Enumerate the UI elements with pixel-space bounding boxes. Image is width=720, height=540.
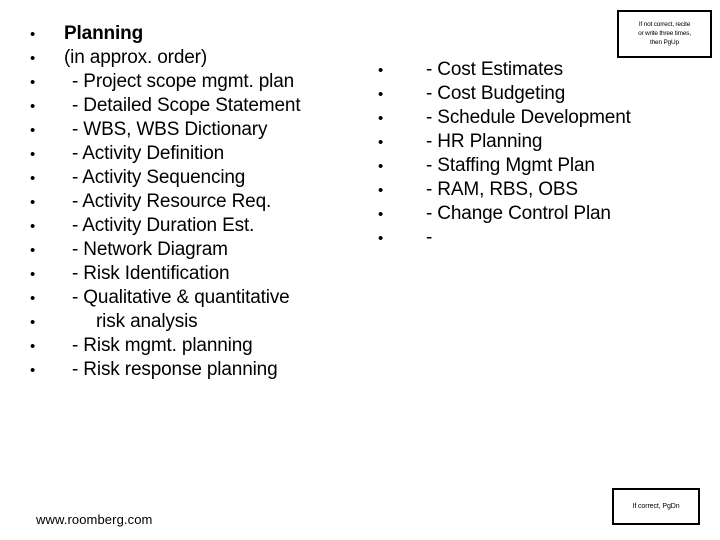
- planning-right-item: • - Schedule Development: [378, 106, 678, 130]
- bullet-icon: •: [30, 266, 36, 283]
- planning-left-item: • - Qualitative & quantitative: [30, 286, 370, 310]
- note-incorrect-line: then PgUp: [650, 39, 679, 46]
- planning-right-item: • - RAM, RBS, OBS: [378, 178, 678, 202]
- bullet-icon: •: [378, 230, 384, 247]
- planning-right-item-label: - HR Planning: [426, 131, 543, 152]
- planning-right-item: • - Change Control Plan: [378, 202, 678, 226]
- footer-url: www.roomberg.com: [36, 512, 153, 527]
- planning-right-item-label: - Cost Estimates: [426, 59, 563, 80]
- planning-right-item-label: - Staffing Mgmt Plan: [426, 155, 595, 176]
- planning-right-item-label: - Schedule Development: [426, 107, 631, 128]
- bullet-icon: •: [30, 146, 36, 163]
- planning-left-item: • - Risk response planning: [30, 358, 370, 382]
- planning-right-item: • - Cost Estimates: [378, 58, 678, 82]
- planning-right-item: • - Cost Budgeting: [378, 82, 678, 106]
- bullet-icon: •: [378, 62, 384, 79]
- bullet-icon: •: [30, 242, 36, 259]
- planning-right-item: • - Staffing Mgmt Plan: [378, 154, 678, 178]
- planning-left-item-label: - Activity Duration Est.: [72, 215, 255, 236]
- bullet-icon: •: [30, 26, 36, 43]
- planning-left-item: • - Risk Identification: [30, 262, 370, 286]
- planning-left-item: • - Activity Resource Req.: [30, 190, 370, 214]
- planning-left-item-label: - Project scope mgmt. plan: [72, 71, 295, 92]
- bullet-icon: •: [30, 98, 36, 115]
- planning-right-item-label: - Change Control Plan: [426, 203, 611, 224]
- bullet-icon: •: [30, 50, 36, 67]
- planning-right-item-label: -: [426, 227, 433, 248]
- bullet-icon: •: [30, 122, 36, 139]
- bullet-icon: •: [30, 290, 36, 307]
- planning-left-item-label: risk analysis: [96, 311, 198, 332]
- planning-left-item: • - Network Diagram: [30, 238, 370, 262]
- note-incorrect-line: or write three times,: [638, 30, 691, 37]
- planning-left-item-label: - Detailed Scope Statement: [72, 95, 301, 116]
- note-box-incorrect: If not correct, recite or write three tim…: [617, 10, 712, 58]
- planning-right-item: • -: [378, 226, 678, 250]
- planning-left-item: • - Activity Sequencing: [30, 166, 370, 190]
- note-correct-line: If correct, PgDn: [632, 502, 680, 510]
- bullet-icon: •: [378, 182, 384, 199]
- planning-left-item: • - Activity Definition: [30, 142, 370, 166]
- planning-left-item-label: - Risk response planning: [72, 359, 278, 380]
- planning-left-item-label: - Activity Definition: [72, 143, 225, 164]
- planning-right-item-label: - Cost Budgeting: [426, 83, 566, 104]
- bullet-icon: •: [30, 218, 36, 235]
- planning-left-item: • - Activity Duration Est.: [30, 214, 370, 238]
- planning-left-item-label: - Qualitative & quantitative: [72, 287, 290, 308]
- planning-left-item-label: - Risk mgmt. planning: [72, 335, 253, 356]
- planning-right-item-label: - RAM, RBS, OBS: [426, 179, 578, 200]
- note-incorrect-line: If not correct, recite: [638, 21, 691, 28]
- planning-left-item: • - Project scope mgmt. plan: [30, 70, 370, 94]
- planning-left-item-label: - Activity Resource Req.: [72, 191, 272, 212]
- planning-left-item: • Planning: [30, 22, 370, 46]
- planning-left-item: • - Risk mgmt. planning: [30, 334, 370, 358]
- planning-list-left: • Planning • (in approx. order) • - Project s…: [30, 22, 370, 382]
- bullet-icon: •: [378, 206, 384, 223]
- bullet-icon: •: [378, 110, 384, 127]
- planning-left-item-label: - Network Diagram: [72, 239, 228, 260]
- bullet-icon: •: [30, 194, 36, 211]
- planning-list-right: • - Cost Estimates • - Cost Budgeting • - Sch…: [378, 58, 678, 250]
- planning-left-item-label: - Risk Identification: [72, 263, 230, 284]
- planning-left-item-label: - WBS, WBS Dictionary: [72, 119, 268, 140]
- bullet-icon: •: [30, 362, 36, 379]
- bullet-icon: •: [30, 74, 36, 91]
- bullet-icon: •: [378, 158, 384, 175]
- bullet-icon: •: [30, 338, 36, 355]
- planning-left-item: • risk analysis: [30, 310, 370, 334]
- planning-left-item: • - WBS, WBS Dictionary: [30, 118, 370, 142]
- note-box-correct: If correct, PgDn: [612, 488, 700, 525]
- planning-right-item: • - HR Planning: [378, 130, 678, 154]
- planning-left-item: • - Detailed Scope Statement: [30, 94, 370, 118]
- bullet-icon: •: [30, 170, 36, 187]
- bullet-icon: •: [378, 86, 384, 103]
- planning-left-item-label: - Activity Sequencing: [72, 167, 246, 188]
- planning-left-item-label: (in approx. order): [64, 47, 208, 68]
- bullet-icon: •: [378, 134, 384, 151]
- planning-left-item: • (in approx. order): [30, 46, 370, 70]
- slide-canvas: • Planning • (in approx. order) • - Project s…: [0, 0, 720, 540]
- bullet-icon: •: [30, 314, 36, 331]
- planning-left-item-label: Planning: [64, 23, 144, 44]
